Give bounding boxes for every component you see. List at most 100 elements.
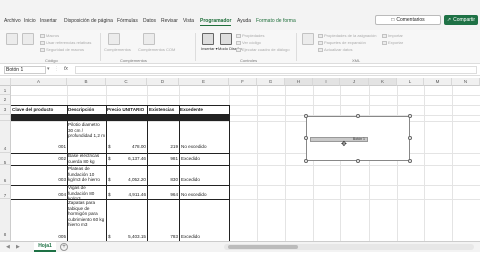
tab-disposicion[interactable]: Disposición de página: [64, 18, 113, 24]
row-header[interactable]: 3: [0, 105, 11, 115]
tab-formato-de-forma[interactable]: Formato de forma: [256, 18, 296, 24]
addins-button[interactable]: Complementos: [104, 47, 131, 52]
column-header[interactable]: L: [397, 78, 424, 86]
resize-handle[interactable]: [408, 159, 412, 163]
form-button[interactable]: Botón 1: [310, 137, 368, 142]
cell-existencias[interactable]: 219: [148, 144, 178, 150]
column-header[interactable]: N: [452, 78, 480, 86]
refresh-data-button[interactable]: Actualizar datos: [318, 47, 352, 52]
tab-revisar[interactable]: Revisar: [161, 18, 178, 24]
share-button[interactable]: ↗ Compartir: [444, 15, 478, 25]
name-box[interactable]: Botón 1: [4, 66, 46, 74]
row-header[interactable]: 7: [0, 185, 11, 199]
table-header-excedente[interactable]: Excedente: [180, 107, 228, 113]
sheet-tab-hoja1[interactable]: Hoja1: [34, 242, 56, 252]
resize-handle[interactable]: [304, 159, 308, 163]
row-header[interactable]: 2: [0, 95, 11, 105]
macro-security-button[interactable]: Seguridad de macros: [40, 47, 84, 52]
design-mode-icon[interactable]: [220, 33, 232, 45]
addins-icon[interactable]: [108, 33, 120, 45]
column-header[interactable]: F: [229, 78, 257, 86]
row-header[interactable]: 4: [0, 121, 11, 153]
tab-inicio[interactable]: Inicio: [24, 18, 36, 24]
cell-clave[interactable]: 003: [12, 177, 66, 183]
cell-clave[interactable]: 001: [12, 144, 66, 150]
tab-formulas[interactable]: Fórmulas: [117, 18, 138, 24]
cell-descripcion[interactable]: Plateas de fundación 10 kg/m3 de hierro: [68, 166, 106, 185]
chevron-down-icon[interactable]: ▾: [47, 66, 50, 72]
resize-handle[interactable]: [408, 136, 412, 140]
tab-programador[interactable]: Programador: [200, 18, 232, 26]
cell-precio[interactable]: 6,137.46: [112, 156, 146, 162]
cell-precio[interactable]: 5,403.15: [112, 234, 146, 240]
table-header-existencias[interactable]: Existencias: [149, 107, 179, 113]
tab-ayuda[interactable]: Ayuda: [237, 18, 251, 24]
fx-label[interactable]: fx: [64, 66, 68, 72]
com-addins-icon[interactable]: [143, 33, 155, 45]
tab-archivo[interactable]: Archivo: [4, 18, 21, 24]
macros-icon[interactable]: [22, 33, 34, 45]
column-header[interactable]: C: [106, 78, 147, 86]
cell-descripcion[interactable]: Zapatas para tabique de hormigón para cu…: [68, 200, 106, 241]
cell-descripcion[interactable]: Base eléctricas cuerda 80 kg: [68, 153, 106, 165]
view-code-button[interactable]: Ver código: [236, 40, 261, 45]
table-header-precio[interactable]: Precio UNITARIO: [107, 107, 149, 113]
column-header[interactable]: A: [11, 78, 67, 86]
table-header-descripcion[interactable]: Descripción: [68, 107, 106, 113]
column-header[interactable]: I: [313, 78, 340, 86]
comments-button[interactable]: □ Comentarios: [375, 15, 441, 25]
properties-button[interactable]: Propiedades: [236, 33, 264, 38]
cell-precio[interactable]: 4,911.46: [112, 192, 146, 198]
column-header[interactable]: M: [424, 78, 452, 86]
expansion-packs-button[interactable]: Paquetes de expansión: [318, 40, 366, 45]
row-header[interactable]: 5: [0, 153, 11, 165]
column-header[interactable]: K: [369, 78, 397, 86]
visual-basic-icon[interactable]: [6, 33, 18, 45]
com-addins-button[interactable]: Complementos COM: [138, 47, 175, 52]
scrollbar-thumb[interactable]: [228, 245, 298, 249]
cell-existencias[interactable]: 964: [148, 192, 178, 198]
cell-excedente[interactable]: No excedido: [181, 192, 229, 198]
cell-clave[interactable]: 002: [12, 156, 66, 162]
resize-handle[interactable]: [304, 114, 308, 118]
tab-datos[interactable]: Datos: [143, 18, 156, 24]
next-sheet-icon[interactable]: ▶: [16, 244, 20, 250]
cell-precio[interactable]: 478.00: [112, 144, 146, 150]
cell-descripcion[interactable]: Vigas de fundación 80 kg/m3: [68, 185, 106, 199]
resize-handle[interactable]: [356, 114, 360, 118]
column-header[interactable]: H: [285, 78, 313, 86]
cell-existencias[interactable]: 981: [148, 156, 178, 162]
table-header-clave[interactable]: Clave del producto: [12, 107, 67, 113]
formula-input[interactable]: [75, 66, 477, 74]
resize-handle[interactable]: [356, 159, 360, 163]
insert-controls-icon[interactable]: [202, 33, 214, 45]
relative-refs-button[interactable]: Usar referencias relativas: [40, 40, 91, 45]
cell-clave[interactable]: 005: [12, 234, 66, 240]
cell-excedente[interactable]: No excedido: [181, 144, 229, 150]
prev-sheet-icon[interactable]: ◀: [6, 244, 10, 250]
cell-excedente[interactable]: Excedido: [181, 234, 229, 240]
xml-source-icon[interactable]: [302, 33, 314, 45]
cell-descripcion[interactable]: Pilotio diametro 30 cm / profundidad 1,2…: [68, 122, 106, 139]
map-properties-button[interactable]: Propiedades de la asignación: [318, 33, 376, 38]
run-dialog-button[interactable]: Ejecutar cuadro de diálogo: [236, 47, 290, 52]
cell-existencias[interactable]: 783: [148, 234, 178, 240]
select-all-corner[interactable]: [0, 78, 11, 86]
resize-handle[interactable]: [408, 114, 412, 118]
import-button[interactable]: Importar: [382, 33, 403, 38]
row-header[interactable]: 6: [0, 165, 11, 185]
row-header[interactable]: 8: [0, 199, 11, 241]
cell-excedente[interactable]: Excedido: [181, 177, 229, 183]
tab-vista[interactable]: Vista: [183, 18, 194, 24]
column-header[interactable]: J: [340, 78, 369, 86]
horizontal-scrollbar[interactable]: [224, 244, 474, 250]
column-header[interactable]: E: [179, 78, 229, 86]
export-button[interactable]: Exportar: [382, 40, 403, 45]
cell-precio[interactable]: 4,052.20: [112, 177, 146, 183]
cell-excedente[interactable]: Excedido: [181, 156, 229, 162]
cell-existencias[interactable]: 830: [148, 177, 178, 183]
macros-button[interactable]: Macros: [40, 33, 59, 38]
add-sheet-icon[interactable]: +: [60, 243, 68, 251]
tab-insertar[interactable]: Insertar: [40, 18, 57, 24]
row-header[interactable]: 1: [0, 86, 11, 95]
